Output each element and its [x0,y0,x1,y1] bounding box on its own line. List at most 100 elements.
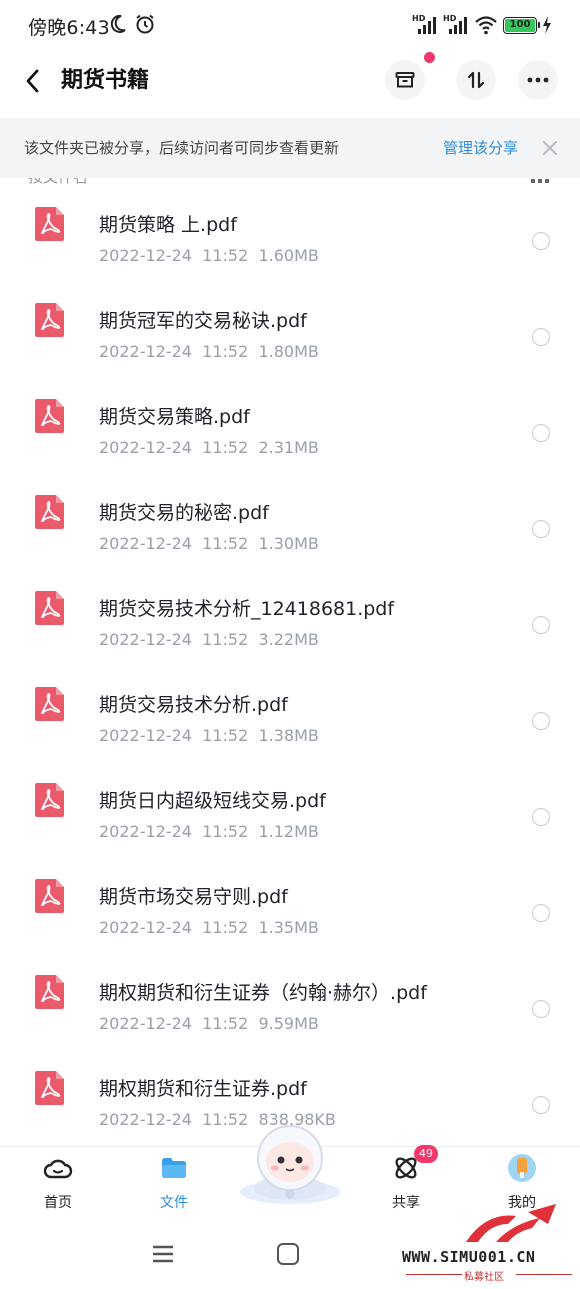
select-radio[interactable] [532,1000,550,1018]
nav-home[interactable]: 首页 [0,1147,116,1229]
battery-icon: 100 [503,16,540,34]
watermark-subtitle: 私募社区 [464,1272,504,1283]
pdf-file-icon [35,591,64,625]
wifi-icon [475,16,497,35]
chevron-left-icon[interactable] [18,66,48,96]
file-meta: 2022-12-24 11:52 9.59MB [99,1014,319,1034]
header: 期货书籍 [0,52,580,118]
file-name: 期货日内超级短线交易.pdf [99,790,326,812]
share-banner: 该文件夹已被分享，后续访问者可同步查看更新 管理该分享 [0,118,580,178]
file-size: 2.31MB [258,438,319,457]
file-meta: 2022-12-24 11:52 1.12MB [99,822,319,842]
select-radio[interactable] [532,712,550,730]
status-indicators: HD HD 100 [412,12,552,38]
file-row[interactable]: 期货策略 上.pdf 2022-12-24 11:52 1.60MB [0,178,580,274]
manage-share-link[interactable]: 管理该分享 [443,137,518,158]
file-row[interactable]: 期货交易技术分析.pdf 2022-12-24 11:52 1.38MB [0,658,580,754]
pdf-file-icon [35,1071,64,1105]
file-row[interactable]: 期权期货和衍生证券（约翰·赫尔）.pdf 2022-12-24 11:52 9.5… [0,946,580,1042]
pdf-file-icon [35,687,64,721]
alarm-icon [136,14,154,34]
file-meta: 2022-12-24 11:52 1.38MB [99,726,319,746]
select-radio[interactable] [532,424,550,442]
charging-icon [543,16,551,34]
file-meta: 2022-12-24 11:52 2.31MB [99,438,319,458]
file-size: 1.60MB [258,246,319,265]
file-size: 3.22MB [258,630,319,649]
file-time: 11:52 [202,630,249,649]
file-name: 期货交易的秘密.pdf [99,502,269,524]
sort-button[interactable] [456,60,496,100]
file-list: 期货策略 上.pdf 2022-12-24 11:52 1.60MB 期货冠军的交易… [0,178,580,1138]
select-radio[interactable] [532,616,550,634]
mascot-icon[interactable] [238,1118,342,1204]
watermark: WWW.SIMU001.CN 私募社区 [400,1204,578,1288]
file-date: 2022-12-24 [99,246,192,265]
file-date: 2022-12-24 [99,726,192,745]
watermark-rule [516,1274,572,1275]
select-radio[interactable] [532,232,550,250]
select-radio[interactable] [532,520,550,538]
close-icon[interactable] [541,139,559,157]
more-dots-icon [527,77,549,83]
file-date: 2022-12-24 [99,1014,192,1033]
file-row[interactable]: 期货交易技术分析_12418681.pdf 2022-12-24 11:52 3.… [0,562,580,658]
file-time: 11:52 [202,342,249,361]
file-time: 11:52 [202,918,249,937]
menu-icon[interactable] [152,1245,174,1263]
file-size: 1.35MB [258,918,319,937]
home-button[interactable] [277,1243,299,1265]
folder-icon [162,1158,186,1178]
file-time: 11:52 [202,534,249,553]
select-radio[interactable] [532,808,550,826]
page-title: 期货书籍 [61,68,150,93]
pdf-file-icon [35,495,64,529]
file-row[interactable]: 期货日内超级短线交易.pdf 2022-12-24 11:52 1.12MB [0,754,580,850]
status-time: 傍晚6:43 [28,17,110,39]
file-row[interactable]: 期货交易策略.pdf 2022-12-24 11:52 2.31MB [0,370,580,466]
select-radio[interactable] [532,904,550,922]
file-row[interactable]: 期货冠军的交易秘诀.pdf 2022-12-24 11:52 1.80MB [0,274,580,370]
file-meta: 2022-12-24 11:52 1.30MB [99,534,319,554]
file-time: 11:52 [202,1014,249,1033]
file-size: 1.12MB [258,822,319,841]
file-name: 期货交易技术分析.pdf [99,694,288,716]
file-time: 11:52 [202,726,249,745]
file-size: 1.38MB [258,726,319,745]
file-row[interactable]: 期货交易的秘密.pdf 2022-12-24 11:52 1.30MB [0,466,580,562]
file-row[interactable]: 期货市场交易守则.pdf 2022-12-24 11:52 1.35MB [0,850,580,946]
file-date: 2022-12-24 [99,918,192,937]
file-size: 1.30MB [258,534,319,553]
nav-files-label: 文件 [160,1195,188,1211]
nav-home-label: 首页 [44,1195,72,1211]
file-time: 11:52 [202,822,249,841]
select-radio[interactable] [532,1096,550,1114]
avatar-icon [508,1154,536,1182]
file-date: 2022-12-24 [99,822,192,841]
signal-icon: HD [412,14,438,36]
file-meta: 2022-12-24 11:52 1.80MB [99,342,319,362]
watermark-rule [406,1274,462,1275]
file-date: 2022-12-24 [99,438,192,457]
file-date: 2022-12-24 [99,630,192,649]
archive-button[interactable] [385,60,425,100]
select-radio[interactable] [532,328,550,346]
file-size: 9.59MB [258,1014,319,1033]
file-size: 1.80MB [258,342,319,361]
file-meta: 2022-12-24 11:52 3.22MB [99,630,319,650]
file-date: 2022-12-24 [99,534,192,553]
file-time: 11:52 [202,438,249,457]
notification-dot [424,52,435,63]
nav-files[interactable]: 文件 [116,1147,232,1229]
status-bar: 傍晚6:43 HD HD 100 [0,0,580,52]
file-name: 期货策略 上.pdf [99,214,237,236]
moon-icon [110,14,126,33]
file-name: 期货市场交易守则.pdf [99,886,288,908]
file-name: 期权期货和衍生证券.pdf [99,1078,307,1100]
pdf-file-icon [35,783,64,817]
more-button[interactable] [518,60,558,100]
share-badge: 49 [414,1145,438,1163]
pdf-file-icon [35,399,64,433]
file-meta: 2022-12-24 11:52 1.35MB [99,918,319,938]
pdf-file-icon [35,975,64,1009]
